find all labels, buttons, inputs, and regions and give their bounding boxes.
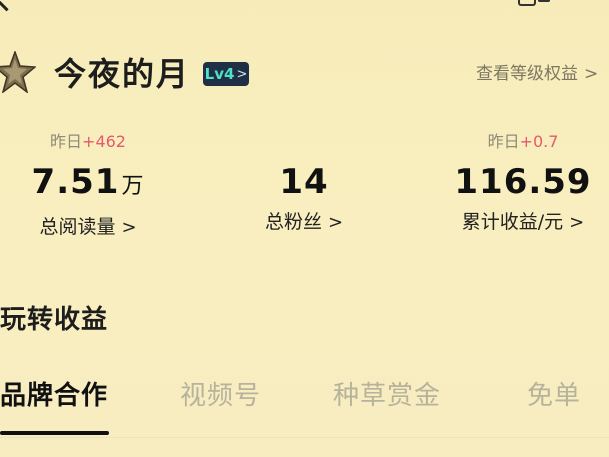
star-icon [0,51,36,93]
chevron-right-icon: > [569,212,585,233]
tab-video-channel[interactable]: 视频号 [180,378,261,414]
stat-value: 116.59 [448,161,598,203]
stat-total-fans[interactable]: 14 总粉丝 > [238,161,370,236]
stat-label-text: 总阅读量 [39,216,116,238]
level-rights-link[interactable]: 查看等级权益 > [476,62,598,86]
stat-label: 总阅读量 > [22,214,154,241]
delta-value: +0.7 [519,132,559,151]
tab-grass-reward[interactable]: 种草赏金 [333,378,441,414]
tab-free-order[interactable]: 免单 [527,378,581,414]
stat-delta: 昨日+462 [22,131,154,153]
stat-unit: 万 [121,174,145,199]
chevron-right-icon: > [236,66,248,82]
chevron-right-icon: > [327,212,344,233]
stat-label: 总粉丝 > [238,209,370,236]
stat-number: 7.51 [31,162,120,202]
stat-label: 累计收益/元 > [448,209,598,236]
delta-prefix: 昨日 [487,132,520,151]
stat-total-income[interactable]: 昨日+0.7 116.59 累计收益/元 > [448,131,598,236]
level-text: Lv4 [204,65,235,83]
level-rights-label: 查看等级权益 [476,64,578,84]
stat-value: 7.51万 [22,161,154,208]
tab-brand-cooperation[interactable]: 品牌合作 [0,378,108,414]
username: 今夜的月 [54,55,191,93]
stat-number: 116.59 [454,162,592,202]
active-tab-indicator [0,431,109,435]
stat-label-text: 累计收益/元 [461,211,564,233]
menu-icon[interactable] [518,0,550,8]
delta-value: +462 [82,132,126,151]
level-badge[interactable]: Lv4 > [203,62,249,86]
stat-label-text: 总粉丝 [264,211,322,233]
section-title: 玩转收益 [0,305,109,335]
delta-prefix: 昨日 [50,132,83,151]
chevron-right-icon: > [121,217,137,238]
stat-number: 14 [279,162,329,202]
stat-delta: 昨日+0.7 [448,131,598,153]
tabs-divider [0,437,609,438]
back-chevron-icon[interactable] [0,0,22,12]
stat-total-reads[interactable]: 昨日+462 7.51万 总阅读量 > [22,131,154,241]
stat-value: 14 [238,161,370,203]
chevron-right-icon: > [584,64,599,84]
